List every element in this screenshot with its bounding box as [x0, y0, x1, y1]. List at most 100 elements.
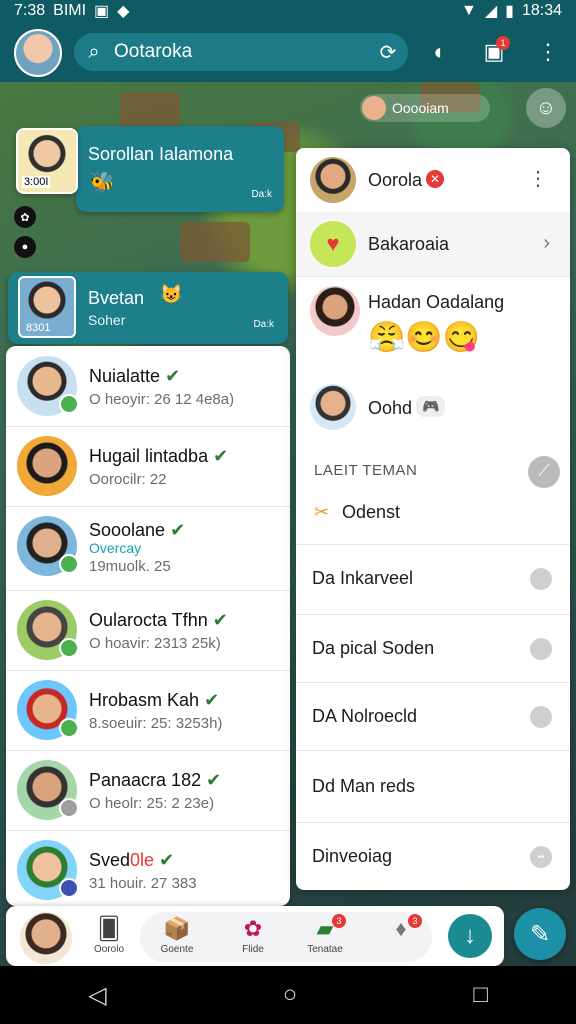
menu-item-label: Oohd	[368, 398, 413, 418]
friends-list: Nuialatte ✔ O heoyir: 26 12 4e8a) Hugail…	[6, 346, 290, 906]
more-vert-icon[interactable]: ⋮	[528, 166, 548, 191]
menu-list-label: Da Inkarveel	[312, 568, 414, 588]
map-marker-icon[interactable]: ●	[14, 236, 36, 258]
menu-list-label: Dinveoiag	[312, 846, 393, 866]
leaf-icon: ✔	[159, 850, 175, 870]
robot-icon[interactable]: ☺	[526, 88, 566, 128]
card-icon: 🂠	[97, 916, 121, 941]
recents-icon[interactable]: □	[473, 981, 488, 1009]
menu-item-label: Hadan Oadalang	[368, 292, 505, 312]
chat-card[interactable]: Bvetan 😺 Soher Da:k 8301	[8, 272, 288, 344]
menu-item-bakaroaia[interactable]: ♥ Bakaroaia ›	[296, 212, 570, 277]
home-icon[interactable]: ○	[283, 981, 298, 1009]
menu-list-item[interactable]: Dinveoiag ••	[296, 822, 570, 890]
chat-card-title: Bvetan	[88, 288, 145, 308]
menu-list-item[interactable]: Da pical Soden	[296, 614, 570, 683]
more-vert-icon[interactable]: ⋮	[528, 32, 568, 72]
chat-card-subtitle: Soher	[88, 312, 126, 328]
profile-avatar[interactable]	[14, 29, 62, 77]
back-icon[interactable]: ◁	[88, 981, 106, 1010]
map-tile	[180, 222, 250, 262]
friend-name: Panaacra 182 ✔	[89, 770, 222, 790]
bee-icon: 🐝	[90, 172, 115, 194]
game-controller-icon[interactable]: ◐	[420, 32, 460, 72]
edit-icon[interactable]: ⟋	[528, 456, 560, 488]
menu-header[interactable]: Oorola ✕ ⋮	[296, 148, 570, 213]
chat-card-avatar-label: 8301	[26, 322, 51, 334]
notification-icon: ▣	[94, 3, 110, 20]
chat-card-avatar[interactable]: 3:00I	[16, 128, 78, 194]
status-time: 7:38	[14, 2, 46, 19]
menu-list-item[interactable]: Dd Man reds	[296, 750, 570, 823]
chat-card[interactable]: Sorollan Ialamona 🐝 Da:k	[76, 126, 284, 212]
dock-item-goente[interactable]: 📦 Goente	[144, 914, 210, 964]
dock-avatar[interactable]	[18, 910, 74, 966]
system-nav-bar: ◁ ○ □	[0, 966, 576, 1024]
download-button[interactable]: ↓	[448, 914, 492, 958]
dock-item-label: Tenatae	[307, 944, 343, 955]
notifications-icon[interactable]: ▣ 1	[474, 32, 514, 72]
menu-user-avatar	[310, 157, 356, 203]
wifi-icon: ▼	[460, 2, 477, 19]
online-status-icon	[59, 394, 79, 414]
box-icon: 📦	[163, 916, 191, 941]
friend-detail: O heolr: 25: 2 23e)	[89, 795, 215, 812]
friend-name: Nuialatte ✔	[89, 366, 181, 386]
chat-bubble-icon: ✎	[529, 920, 551, 948]
list-item[interactable]: Hrobasm Kah ✔ 8.soeuir: 25: 3253h)	[6, 670, 290, 751]
map-chip-label: Ooooiam	[392, 100, 449, 116]
game-chip-icon: 🎮	[416, 396, 446, 417]
list-item[interactable]: Hugail lintadba ✔ Oorocilr: 22	[6, 426, 290, 507]
battery-icon: ▮	[505, 3, 514, 20]
online-status-icon	[59, 638, 79, 658]
menu-item-label: Bakaroaia	[368, 234, 450, 254]
menu-list-label: Da pical Soden	[312, 638, 435, 658]
chat-card-meta: Da:k	[253, 319, 274, 330]
dock-item-tenatae[interactable]: ▰ 3 Tenatae	[292, 914, 358, 964]
flower-icon: ✿	[243, 916, 263, 941]
menu-item-avatar	[310, 286, 360, 336]
menu-list-item[interactable]: DA Nolroecld	[296, 682, 570, 751]
signal-icon: ◢	[484, 3, 498, 20]
list-item[interactable]: Oularocta Tfhn ✔ O hoavir: 2313 25k)	[6, 590, 290, 671]
chat-card-title: Sorollan Ialamona	[88, 144, 234, 164]
menu-list-item[interactable]: Da Inkarveel	[296, 544, 570, 615]
status-carrier: BIMI	[53, 2, 87, 19]
dock-item-alerts[interactable]: ♦ 3	[368, 914, 434, 964]
map-user-chip[interactable]: Ooooiam	[360, 94, 490, 122]
leaf-icon: ✔	[212, 610, 228, 630]
radio-icon[interactable]	[530, 568, 552, 590]
search-bar[interactable]: ⌕ Ootaroka ⟳	[74, 33, 408, 71]
radio-icon[interactable]	[530, 706, 552, 728]
friend-avatar	[17, 516, 79, 576]
dock-item-flide[interactable]: ✿ Flide	[220, 914, 286, 964]
search-icon: ⌕	[88, 40, 100, 63]
list-item[interactable]: Panaacra 182 ✔ O heolr: 25: 2 23e)	[6, 750, 290, 831]
chat-fab-button[interactable]: ✎	[514, 908, 566, 960]
menu-item-odenst[interactable]: ✂ Odenst	[296, 488, 570, 545]
chip-avatar	[362, 96, 386, 120]
friend-avatar	[17, 600, 79, 660]
leaf-icon: ✔	[213, 446, 229, 466]
menu-item-hadan[interactable]: Hadan Oadalang 😤😊😋	[296, 276, 570, 370]
friend-tag: Overcay	[89, 540, 142, 556]
radio-icon[interactable]	[530, 638, 552, 660]
friend-detail: 19muolk. 25	[89, 558, 171, 575]
menu-item-oohd[interactable]: Oohd 🎮	[296, 370, 570, 444]
map-marker-icon[interactable]: ✿	[14, 206, 36, 228]
close-badge-icon: ✕	[426, 170, 444, 188]
offline-status-icon	[59, 798, 79, 818]
list-item[interactable]: Nuialatte ✔ O heoyir: 26 12 4e8a)	[6, 346, 290, 427]
refresh-icon[interactable]: ⟳	[368, 40, 408, 65]
leaf-icon: ✔	[206, 770, 222, 790]
list-item[interactable]: Sved0le ✔ 31 houir. 27 383	[6, 830, 290, 906]
friend-detail: 31 houir. 27 383	[89, 875, 197, 892]
dock-item-oorolo[interactable]: 🂠 Oorolo	[76, 914, 142, 964]
section-title: LAEIT TEMAN	[314, 462, 418, 479]
more-horiz-icon[interactable]: ••	[530, 846, 552, 868]
list-item[interactable]: Sooolane ✔ Overcay 19muolk. 25	[6, 506, 290, 591]
search-input[interactable]: Ootaroka	[114, 41, 192, 63]
menu-list-label: DA Nolroecld	[312, 706, 418, 726]
menu-list-label: Dd Man reds	[312, 776, 416, 796]
friend-name: Oularocta Tfhn ✔	[89, 610, 228, 630]
